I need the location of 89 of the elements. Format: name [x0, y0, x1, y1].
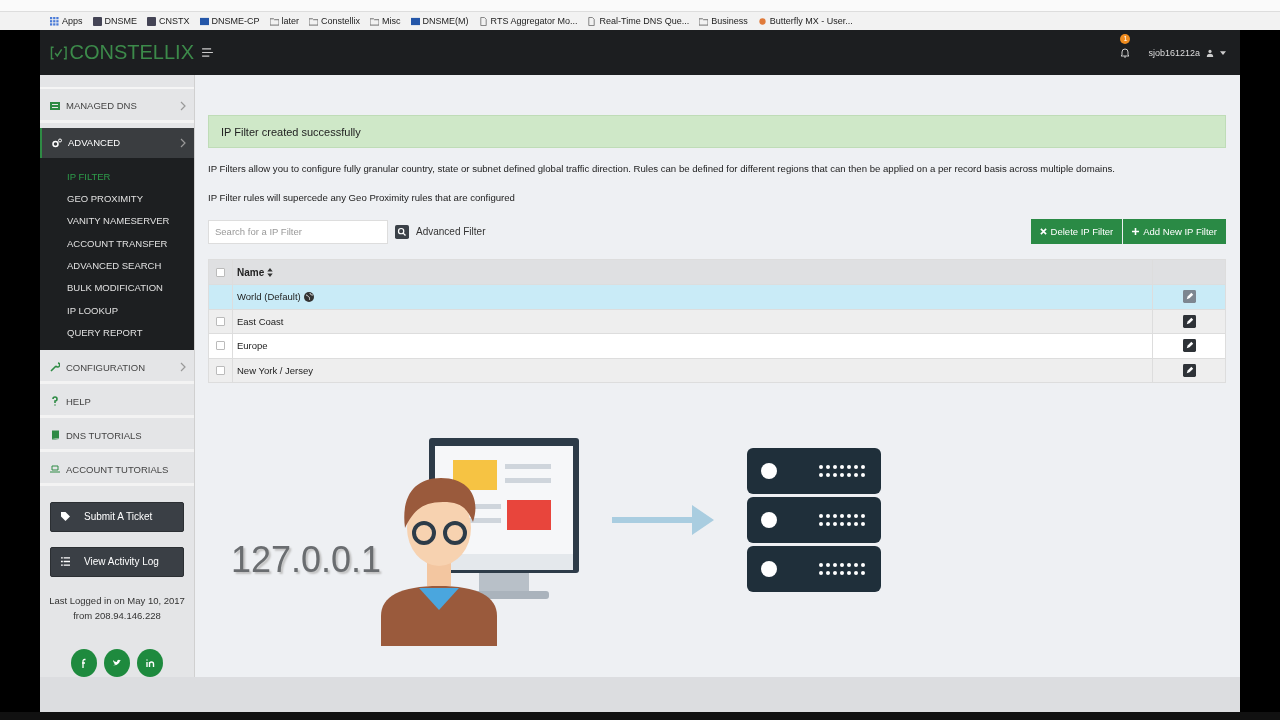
book-icon	[50, 430, 60, 441]
submenu-item[interactable]: GEO PROXIMITY	[40, 188, 194, 211]
menu-icon[interactable]	[202, 48, 213, 57]
constellix-logo[interactable]: CONSTELLIX	[40, 41, 194, 64]
bookmark[interactable]: Butterfly MX - User...	[757, 16, 853, 26]
row-checkbox[interactable]	[216, 316, 225, 326]
submenu-item[interactable]: IP FILTER	[40, 165, 194, 189]
row-checkbox[interactable]	[216, 365, 225, 375]
bookmark[interactable]: Apps	[50, 16, 83, 26]
folder-icon	[269, 16, 279, 26]
table-row[interactable]: New York / Jersey	[209, 357, 1225, 382]
edit-icon[interactable]	[1182, 314, 1196, 328]
bookmark[interactable]: RTS Aggregator Mo...	[478, 16, 578, 26]
ip-address-text: 127.0.0.1	[231, 538, 383, 582]
sidebar-item[interactable]: ADVANCED	[40, 127, 194, 158]
folder-icon	[309, 16, 319, 26]
submit-ticket-button[interactable]: Submit A Ticket	[50, 501, 184, 532]
activity-log-button[interactable]: View Activity Log	[50, 546, 184, 577]
sort-icon	[267, 267, 274, 277]
table-cell: Europe	[237, 340, 268, 352]
folder-icon	[370, 16, 380, 26]
facebook-button[interactable]	[71, 648, 97, 677]
bookmark[interactable]: Constellix	[309, 16, 361, 26]
page-icon	[478, 16, 488, 26]
bookmark[interactable]: Misc	[370, 16, 401, 26]
site-icon	[147, 16, 157, 26]
flag-icon	[410, 16, 420, 26]
page-icon	[587, 16, 597, 26]
close-icon	[1039, 228, 1047, 235]
twitter-button[interactable]	[104, 648, 130, 677]
add-button[interactable]: Add New IP Filter	[1123, 219, 1226, 244]
flag-icon	[199, 16, 209, 26]
tag-icon	[61, 512, 70, 522]
list-icon	[50, 100, 60, 111]
sidebar-item[interactable]: CONFIGURATION	[40, 353, 194, 385]
search-icon[interactable]	[395, 224, 409, 239]
search-field[interactable]: Search for a IP Filter	[208, 219, 388, 244]
submenu-item[interactable]: QUERY REPORT	[40, 321, 194, 345]
question-icon	[50, 396, 60, 407]
column-header[interactable]: Name	[237, 266, 265, 278]
submenu-item[interactable]: ADVANCED SEARCH	[40, 255, 194, 278]
apps-grid-icon	[50, 16, 59, 26]
user-icon	[1206, 48, 1214, 57]
bookmark[interactable]: DNSME	[92, 16, 138, 26]
edit-icon[interactable]	[1182, 363, 1196, 377]
description-text: IP Filter rules will supercede any Geo Proximity rules that are configured	[208, 192, 516, 203]
bell-icon[interactable]	[1120, 47, 1131, 58]
submenu-item[interactable]: IP LOOKUP	[40, 299, 194, 322]
edit-icon[interactable]	[1182, 339, 1196, 353]
bookmark[interactable]: Real-Time DNS Que...	[587, 16, 690, 26]
success-alert: IP Filter created successfully	[208, 115, 1226, 148]
linkedin-button[interactable]	[137, 648, 163, 677]
bookmark[interactable]: DNSME(M)	[410, 16, 469, 26]
submenu-item[interactable]: ACCOUNT TRANSFER	[40, 232, 194, 256]
description-text: IP Filters allow you to configure fully granular country, state or subnet defined global traffic direction. Rules can be defined for different regions that can then be applied on a per record basis across multiple domains.	[208, 163, 1116, 174]
select-all-checkbox[interactable]	[216, 267, 225, 277]
table-cell: New York / Jersey	[237, 364, 314, 376]
bookmark[interactable]: later	[269, 16, 300, 26]
submenu-item[interactable]: BULK MODIFICATION	[40, 277, 194, 300]
twitter-icon	[112, 657, 122, 668]
caret-icon	[1220, 50, 1226, 55]
table-row[interactable]: World (Default)	[209, 284, 1225, 309]
plus-icon	[1132, 228, 1140, 235]
submenu-item[interactable]: VANITY NAMESERVER	[40, 210, 194, 233]
delete-button[interactable]: Delete IP Filter	[1030, 219, 1123, 244]
advanced-filter-link[interactable]: Advanced Filter	[416, 226, 486, 237]
table-cell: East Coast	[237, 315, 284, 327]
user-menu[interactable]: sjob161212a	[1148, 47, 1200, 58]
sidebar-item[interactable]: ACCOUNT TUTORIALS	[40, 455, 194, 486]
table-row[interactable]: Europe	[209, 333, 1225, 358]
sidebar-item[interactable]: DNS TUTORIALS	[40, 421, 194, 453]
linkedin-icon	[145, 657, 155, 668]
sidebar-item[interactable]: MANAGED DNS	[40, 91, 194, 123]
leaf-icon	[757, 16, 767, 26]
table-row[interactable]: East Coast	[209, 308, 1225, 333]
bookmark[interactable]: DNSME-CP	[199, 16, 260, 26]
folder-icon	[699, 16, 709, 26]
laptop-icon	[50, 464, 60, 474]
table-cell: World (Default)	[237, 291, 301, 303]
bookmark[interactable]: Business	[699, 16, 748, 26]
gears-icon	[52, 137, 62, 148]
row-checkbox[interactable]	[216, 341, 225, 351]
list-icon	[61, 557, 70, 567]
sidebar-item[interactable]: HELP	[40, 387, 194, 419]
wrench-icon	[50, 362, 60, 373]
facebook-icon	[79, 657, 89, 668]
bookmark[interactable]: CNSTX	[147, 16, 190, 26]
last-login-text: Last Logged in on May 10, 2017 from 208.94.146.228	[48, 593, 186, 623]
site-icon	[92, 16, 102, 26]
